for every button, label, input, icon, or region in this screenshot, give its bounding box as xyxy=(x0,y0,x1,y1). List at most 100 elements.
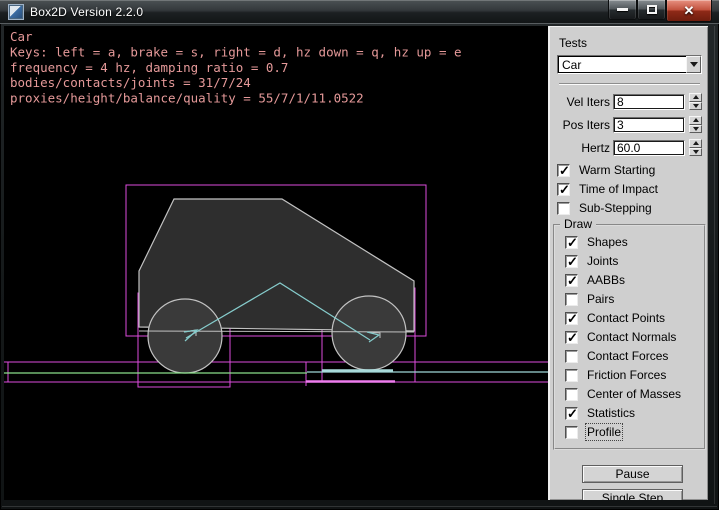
checkbox-row: Contact Normals xyxy=(565,329,704,345)
window-titlebar[interactable]: Box2D Version 2.2.0 ✕ xyxy=(0,0,719,24)
checkbox-label: Friction Forces xyxy=(587,368,666,382)
spinner-label: Hertz xyxy=(557,141,610,155)
minimize-button[interactable] xyxy=(608,0,637,20)
arrow-up-icon xyxy=(693,141,699,145)
checkbox-label: Contact Forces xyxy=(587,349,668,363)
checkbox-label: Shapes xyxy=(587,235,628,249)
checkbox-row: Contact Forces xyxy=(565,348,704,364)
spinner-down-button[interactable] xyxy=(689,148,702,157)
spinner-buttons xyxy=(689,116,702,133)
simulation-canvas[interactable]: CarKeys: left = a, brake = s, right = d,… xyxy=(4,26,548,500)
app-window: Box2D Version 2.2.0 ✕ xyxy=(0,0,719,510)
close-icon: ✕ xyxy=(684,4,695,17)
app-icon xyxy=(8,4,24,20)
spinner-up-button[interactable] xyxy=(689,139,702,148)
checkbox-row: AABBs xyxy=(565,272,704,288)
action-button[interactable]: Single Step xyxy=(582,489,683,500)
test-select-value: Car xyxy=(558,56,686,73)
checkbox[interactable] xyxy=(557,202,570,215)
draw-group-title: Draw xyxy=(560,217,596,231)
spinner-label: Vel Iters xyxy=(557,95,610,109)
info-line: bodies/contacts/joints = 31/7/24 xyxy=(10,75,251,90)
checkbox-label: Contact Normals xyxy=(587,330,676,344)
info-text: CarKeys: left = a, brake = s, right = d,… xyxy=(10,29,462,106)
arrow-up-icon xyxy=(693,95,699,99)
checkbox[interactable] xyxy=(565,331,578,344)
spinner-label: Pos Iters xyxy=(557,118,610,132)
dropdown-button[interactable] xyxy=(686,56,701,73)
checkbox[interactable] xyxy=(565,236,578,249)
checkbox[interactable] xyxy=(565,350,578,363)
checkbox-rows: Warm Starting Time of Impact Sub-Steppin… xyxy=(557,162,708,216)
checkbox-label: Statistics xyxy=(587,406,635,420)
minimize-icon xyxy=(617,8,628,11)
checkbox-label: Joints xyxy=(587,254,618,268)
checkbox-row: Statistics xyxy=(565,405,704,421)
window-content: CarKeys: left = a, brake = s, right = d,… xyxy=(4,26,708,500)
checkbox[interactable] xyxy=(565,293,578,306)
test-select-dropdown[interactable]: Car xyxy=(557,55,702,74)
maximize-icon xyxy=(647,5,657,14)
spinner-input[interactable] xyxy=(613,140,685,156)
info-line: Keys: left = a, brake = s, right = d, hz… xyxy=(10,44,462,59)
tests-label: Tests xyxy=(559,36,708,50)
checkbox-label: Warm Starting xyxy=(579,163,655,177)
checkbox[interactable] xyxy=(565,407,578,420)
checkbox-label: Profile xyxy=(587,425,621,439)
spinner-row: Vel Iters xyxy=(557,93,708,110)
arrow-down-icon xyxy=(693,104,699,108)
checkbox-row: Friction Forces xyxy=(565,367,704,383)
checkbox-label: Contact Points xyxy=(587,311,665,325)
caption-buttons: ✕ xyxy=(608,0,712,22)
arrow-up-icon xyxy=(693,118,699,122)
action-buttons: Pause Single Step Restart Quit xyxy=(582,465,683,500)
spinner-down-button[interactable] xyxy=(689,102,702,111)
checkbox-row: Warm Starting xyxy=(557,162,708,178)
checkbox-label: Center of Masses xyxy=(587,387,681,401)
rear-wheel-shape xyxy=(148,299,222,373)
checkbox[interactable] xyxy=(565,369,578,382)
checkbox-row: Contact Points xyxy=(565,310,704,326)
checkbox[interactable] xyxy=(557,183,570,196)
spinner-input[interactable] xyxy=(613,94,685,110)
separator xyxy=(559,83,700,85)
info-line: frequency = 4 hz, damping ratio = 0.7 xyxy=(10,60,288,75)
checkbox-label: Pairs xyxy=(587,292,614,306)
chevron-down-icon xyxy=(690,62,698,67)
checkbox-row: Shapes xyxy=(565,234,704,250)
arrow-down-icon xyxy=(693,127,699,131)
spinner-down-button[interactable] xyxy=(689,125,702,134)
checkbox-row: Profile xyxy=(565,424,704,440)
checkbox[interactable] xyxy=(565,426,578,439)
frame-right-highlight xyxy=(714,26,715,504)
spinner-up-button[interactable] xyxy=(689,93,702,102)
close-button[interactable]: ✕ xyxy=(666,0,712,22)
checkbox-row: Joints xyxy=(565,253,704,269)
spinner-up-button[interactable] xyxy=(689,116,702,125)
checkbox-label: Time of Impact xyxy=(579,182,658,196)
checkbox-row: Pairs xyxy=(565,291,704,307)
checkbox[interactable] xyxy=(565,255,578,268)
checkbox[interactable] xyxy=(557,164,570,177)
spinner-input[interactable] xyxy=(613,117,685,133)
checkbox-label: AABBs xyxy=(587,273,625,287)
checkbox-label: Sub-Stepping xyxy=(579,201,652,215)
action-button[interactable]: Pause xyxy=(582,465,683,483)
draw-groupbox: Draw Shapes Joints AABBs Pairs Contact P… xyxy=(553,224,706,450)
checkbox-row: Sub-Stepping xyxy=(557,200,708,216)
spinner-row: Pos Iters xyxy=(557,116,708,133)
arrow-down-icon xyxy=(693,150,699,154)
maximize-button[interactable] xyxy=(637,0,666,20)
checkbox[interactable] xyxy=(565,388,578,401)
info-line: proxies/height/balance/quality = 55/7/1/… xyxy=(10,91,364,106)
checkbox[interactable] xyxy=(565,312,578,325)
checkbox-row: Center of Masses xyxy=(565,386,704,402)
info-line: Car xyxy=(10,29,33,44)
control-panel: Tests Car Vel Iters Pos Iters Hertz xyxy=(548,26,708,500)
frame-bottom-highlight xyxy=(2,506,717,507)
checkbox[interactable] xyxy=(565,274,578,287)
spinner-row: Hertz xyxy=(557,139,708,156)
checkbox-row: Time of Impact xyxy=(557,181,708,197)
spinner-buttons xyxy=(689,139,702,156)
spinner-rows: Vel Iters Pos Iters Hertz xyxy=(557,93,708,156)
